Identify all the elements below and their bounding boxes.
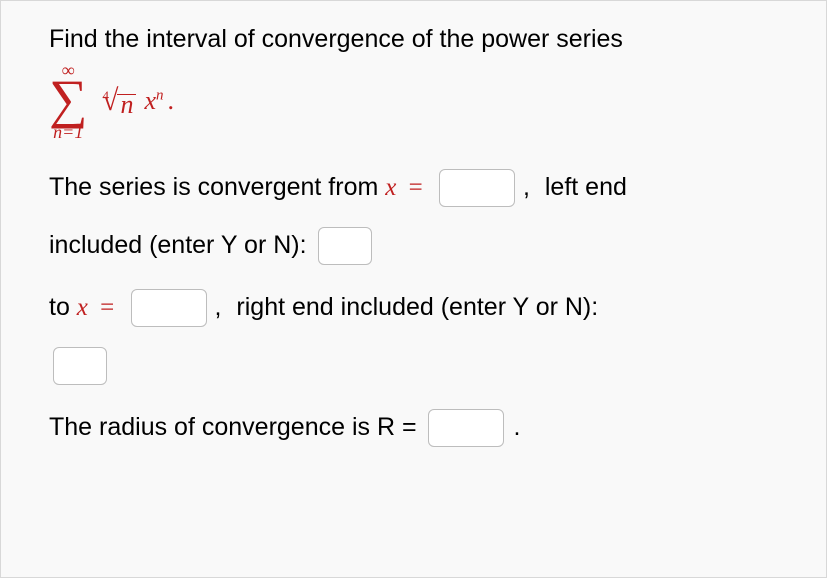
problem-panel: Find the interval of convergence of the …: [0, 0, 827, 578]
radical-icon: 4 √ n: [96, 86, 137, 116]
text-lead-4: The radius of convergence is R =: [49, 413, 424, 442]
text-lead-1: The series is convergent from: [49, 173, 385, 202]
left-end-yn-input[interactable]: [318, 227, 372, 265]
right-end-yn-input[interactable]: [53, 347, 107, 385]
math-x-2: x: [77, 294, 88, 322]
series-formula: ∞ ∑ n=1 4 √ n xn .: [49, 61, 778, 141]
sigma-icon: ∞ ∑ n=1: [49, 61, 88, 141]
line-to-x: to x = , right end included (enter Y or …: [49, 289, 778, 327]
text-tail-1: left end: [538, 173, 627, 202]
equals-1: =: [402, 174, 429, 202]
comma-1: ,: [523, 173, 530, 202]
text-lead-2: included (enter Y or N):: [49, 231, 314, 260]
line-from-x: The series is convergent from x = , left…: [49, 169, 778, 207]
text-tail-3: right end included (enter Y or N):: [229, 293, 598, 322]
line-left-end: included (enter Y or N):: [49, 227, 778, 265]
comma-2: ,: [215, 293, 222, 322]
to-x-input[interactable]: [131, 289, 207, 327]
period-4: .: [514, 413, 521, 442]
from-x-input[interactable]: [439, 169, 515, 207]
equals-2: =: [94, 294, 121, 322]
math-x-1: x: [385, 174, 396, 202]
line-radius: The radius of convergence is R = .: [49, 409, 778, 447]
summand: 4 √ n xn .: [96, 86, 175, 116]
text-lead-3: to: [49, 293, 77, 322]
radius-input[interactable]: [428, 409, 504, 447]
line-right-end-input: [49, 347, 778, 385]
prompt-text: Find the interval of convergence of the …: [49, 23, 778, 57]
